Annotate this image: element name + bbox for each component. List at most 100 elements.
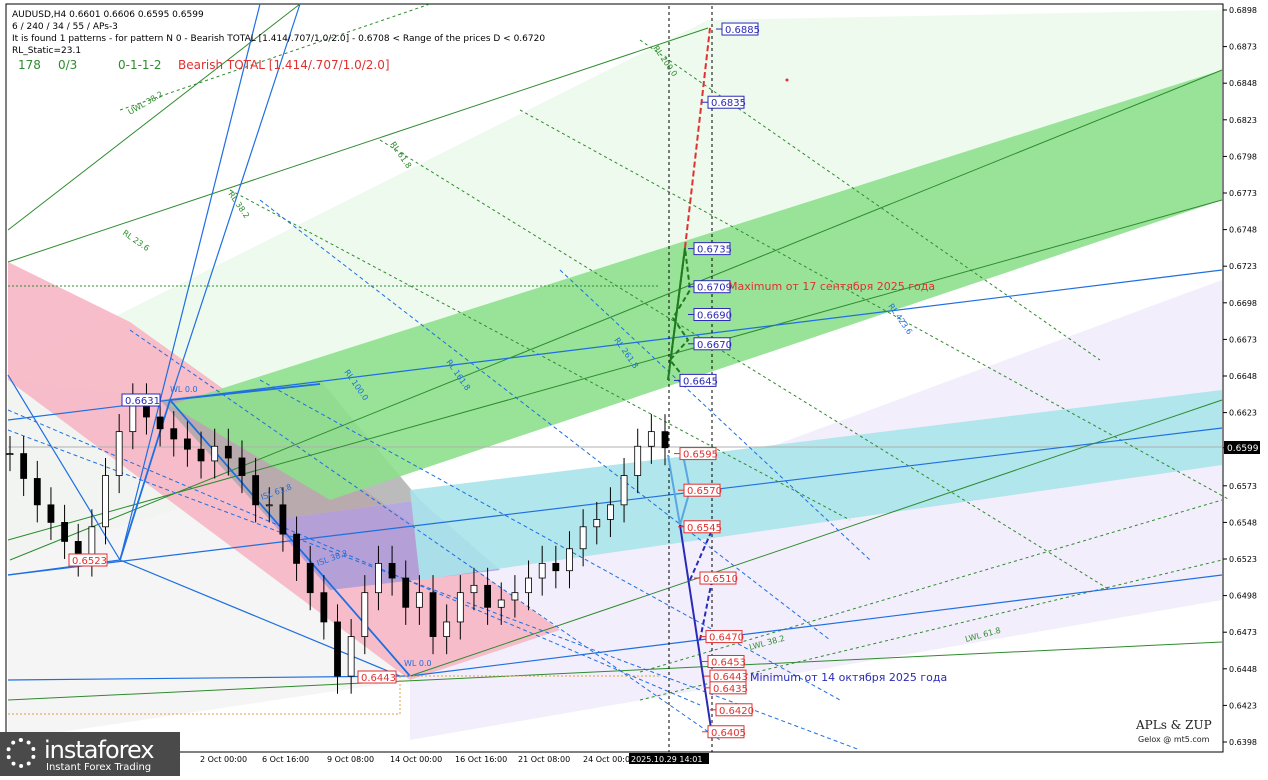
x-tick-label: 21 Oct 08:00	[518, 755, 570, 764]
svg-text:0.6443: 0.6443	[361, 673, 396, 684]
y-tick-label: 0.6523	[1229, 555, 1257, 564]
y-tick-label: 0.6498	[1229, 592, 1257, 601]
candle-body	[634, 445, 642, 476]
x-tick-label: 2 Oct 00:00	[200, 755, 247, 764]
candle-body	[211, 445, 219, 462]
price-chart[interactable]: RL 23.6 RL 38.2 RL 61.8 RL 200.0 UWL 38.…	[0, 0, 1268, 776]
target-label: 0.6545	[687, 523, 722, 534]
candle-body	[115, 431, 123, 476]
instaforex-logo: instaforex Instant Forex Trading	[0, 732, 180, 776]
y-tick-label: 0.6423	[1229, 701, 1257, 710]
count-sequence: 0-1-1-2	[118, 58, 162, 72]
target-label: 0.6645	[683, 376, 718, 387]
target-label: 0.6435	[713, 684, 748, 695]
y-tick-label: 0.6848	[1229, 79, 1257, 88]
target-label: 0.6595	[683, 450, 718, 461]
svg-text:0.6631: 0.6631	[125, 396, 160, 407]
target-label: 0.6510	[703, 574, 738, 585]
x-tick-label: 2025.10.29 14:01	[631, 755, 702, 764]
candle-body	[347, 636, 355, 677]
pattern-name: Bearish TOTAL [1.414/.707/1.0/2.0]	[178, 58, 390, 72]
brand-sub-label: Gelox @ mt5.com	[1138, 735, 1210, 744]
maximum-annotation: Maximum от 17 сентября 2025 года	[728, 280, 935, 293]
logo-tagline: Instant Forex Trading	[46, 762, 152, 773]
target-label: 0.6405	[711, 728, 746, 739]
candle-body	[102, 475, 109, 528]
y-tick-label: 0.6573	[1229, 482, 1257, 491]
y-tick-label: 0.6823	[1229, 116, 1257, 125]
gear-icon	[6, 738, 36, 768]
candle-body	[156, 416, 164, 430]
candle-body	[238, 457, 246, 476]
candle-body	[320, 592, 328, 623]
candle-body	[197, 448, 205, 462]
x-tick-label: 9 Oct 08:00	[327, 755, 374, 764]
params-line: 6 / 240 / 34 / 55 / APs-3	[12, 22, 118, 32]
x-tick-label: 16 Oct 16:00	[455, 755, 507, 764]
count-178: 178	[18, 58, 41, 72]
candle-body	[566, 548, 573, 572]
point-0631: 0.6631	[121, 393, 161, 407]
candle-body	[306, 562, 314, 594]
candle-body	[525, 577, 532, 594]
candle-body	[361, 592, 369, 637]
y-tick-label: 0.6873	[1229, 43, 1257, 52]
x-tick-label: 14 Oct 00:00	[390, 755, 442, 764]
target-label: 0.6420	[719, 706, 754, 717]
y-tick-label: 0.6398	[1229, 738, 1257, 747]
current-price-box: 0.6599	[1224, 441, 1260, 454]
y-tick-label: 0.6773	[1229, 189, 1257, 198]
candle-body	[579, 526, 587, 550]
point-0523: 0.6523	[68, 553, 108, 567]
candle-body	[20, 453, 28, 479]
candle-body	[265, 504, 273, 507]
candle-body	[6, 453, 14, 455]
candle-body	[443, 621, 451, 637]
candle-body	[33, 478, 41, 506]
candle-body	[511, 592, 519, 601]
chart-frame: RL 23.6 RL 38.2 RL 61.8 RL 200.0 UWL 38.…	[0, 0, 1268, 776]
candle-body	[552, 562, 560, 572]
x-tick-label: 24 Oct 00:00	[583, 755, 635, 764]
candle-body	[538, 562, 546, 579]
target-label: 0.6709	[697, 283, 732, 294]
y-tick-label: 0.6448	[1229, 665, 1257, 674]
x-tick-label: 6 Oct 16:00	[262, 755, 309, 764]
candle-body	[593, 519, 601, 528]
candle-body	[170, 428, 178, 440]
candle-body	[388, 562, 396, 579]
y-tick-label: 0.6798	[1229, 152, 1257, 161]
y-tick-label: 0.6473	[1229, 628, 1257, 637]
candle-body	[293, 533, 300, 564]
count-0-3: 0/3	[58, 58, 78, 72]
target-label: 0.6570	[687, 486, 722, 497]
candle-body	[47, 504, 55, 523]
red-dot-marker	[785, 78, 789, 82]
target-label: 0.6470	[709, 633, 744, 644]
candle-body	[620, 475, 628, 506]
target-label: 0.6670	[697, 340, 732, 351]
y-tick-label: 0.6673	[1229, 335, 1257, 344]
y-tick-label: 0.6648	[1229, 372, 1257, 381]
y-tick-label: 0.6623	[1229, 409, 1257, 418]
candle-body	[647, 431, 655, 447]
target-label: 0.6690	[697, 311, 732, 322]
candle-body	[470, 584, 478, 594]
fan-label-lwl00: WL 0.0	[404, 659, 432, 668]
candle-body	[661, 431, 669, 449]
y-tick-label: 0.6548	[1229, 518, 1257, 527]
candle-body	[279, 504, 287, 535]
minimum-annotation: Minimum от 14 октября 2025 года	[750, 671, 947, 684]
candle-body	[484, 584, 492, 608]
target-label: 0.6453	[711, 657, 746, 668]
candle-body	[456, 592, 464, 623]
candle-body	[402, 577, 410, 608]
candle-body	[183, 438, 191, 450]
target-label: 0.6885	[725, 25, 760, 36]
candle-body	[607, 504, 614, 520]
price-axis: 0.6898 0.6873 0.6848 0.6823 0.6798 0.6773 0.67…	[1223, 6, 1257, 747]
rl-static: RL_Static=23.1	[12, 46, 82, 56]
candle-body	[415, 592, 423, 608]
y-tick-label: 0.6698	[1229, 299, 1257, 308]
candle-body	[429, 592, 437, 637]
